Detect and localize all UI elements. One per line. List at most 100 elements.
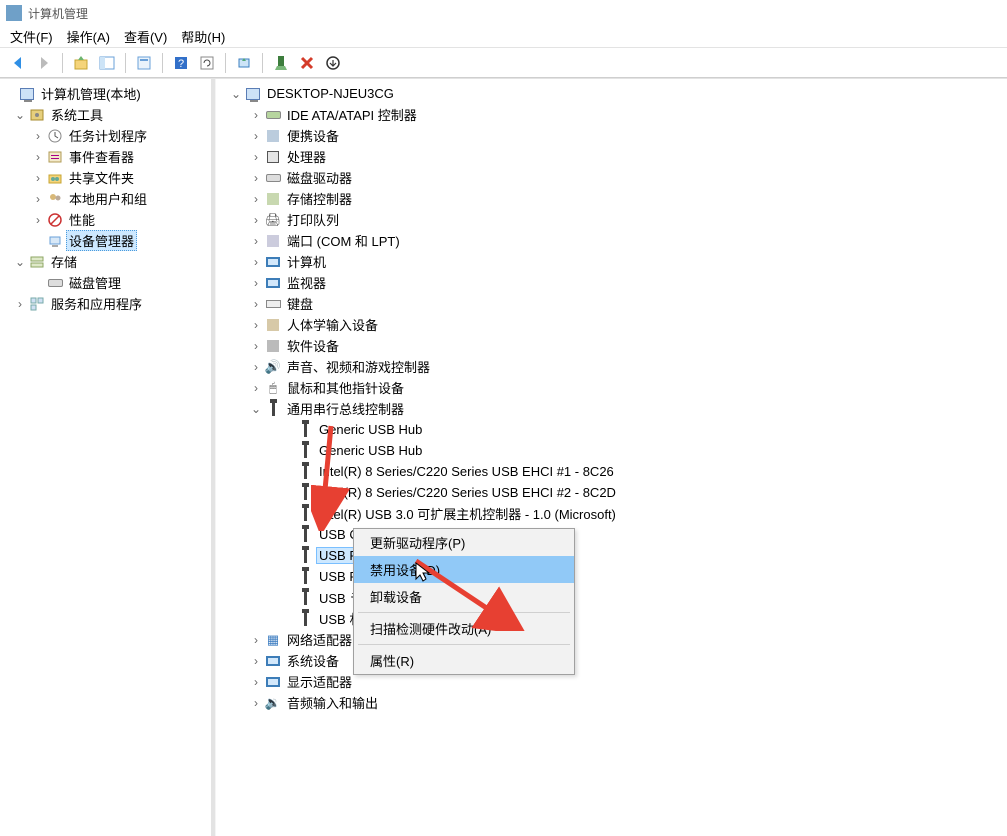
expander-icon[interactable]: › (30, 129, 46, 143)
cat-net[interactable]: ›▦网络适配器 (218, 629, 1005, 650)
expander-icon[interactable]: ⌄ (12, 108, 28, 122)
expander-icon[interactable]: › (248, 318, 264, 332)
expander-icon[interactable]: › (12, 297, 28, 311)
expander-icon[interactable]: › (248, 654, 264, 668)
menu-file[interactable]: 文件(F) (10, 27, 53, 46)
node-root[interactable]: 计算机管理(本地) (2, 83, 209, 104)
expander-icon[interactable]: › (248, 213, 264, 227)
usb-intel3[interactable]: Intel(R) USB 3.0 可扩展主机控制器 - 1.0 (Microso… (218, 503, 1005, 524)
forward-button[interactable] (32, 51, 56, 75)
expander-icon[interactable]: › (248, 381, 264, 395)
speaker-icon: 🔉 (264, 695, 282, 711)
expander-icon[interactable]: › (248, 150, 264, 164)
printer-icon: 🖨 (264, 212, 282, 228)
node-disk-management[interactable]: 磁盘管理 (2, 272, 209, 293)
usb-k[interactable]: USB 朼 (218, 608, 1005, 629)
usb-root-hub[interactable]: USB Root Hub (218, 545, 1005, 566)
expander-icon[interactable]: › (30, 150, 46, 164)
help-button[interactable]: ? (169, 51, 193, 75)
device-root[interactable]: ⌄DESKTOP-NJEU3CG (218, 83, 1005, 104)
cat-hid[interactable]: ›人体学输入设备 (218, 314, 1005, 335)
cat-display[interactable]: ›显示适配器 (218, 671, 1005, 692)
cat-keyboards[interactable]: ›键盘 (218, 293, 1005, 314)
cat-monitors[interactable]: ›监视器 (218, 272, 1005, 293)
expander-icon[interactable]: › (30, 171, 46, 185)
enable-button[interactable] (269, 51, 293, 75)
cat-mouse[interactable]: ›🖱鼠标和其他指针设备 (218, 377, 1005, 398)
properties-button[interactable] (132, 51, 156, 75)
cat-audio-in[interactable]: ›🔉音频输入和输出 (218, 692, 1005, 713)
expander-icon[interactable]: › (248, 696, 264, 710)
refresh-button[interactable] (195, 51, 219, 75)
expander-icon[interactable]: › (30, 213, 46, 227)
menu-help[interactable]: 帮助(H) (181, 27, 225, 46)
node-event-viewer[interactable]: ›事件查看器 (2, 146, 209, 167)
cat-sound[interactable]: ›🔊声音、视频和游戏控制器 (218, 356, 1005, 377)
expander-icon[interactable]: › (248, 192, 264, 206)
back-button[interactable] (6, 51, 30, 75)
usb-composite[interactable]: USB Composite Device (218, 524, 1005, 545)
nav-tree[interactable]: 计算机管理(本地) ⌄系统工具 ›任务计划程序 ›事件查看器 ›共享文件夹 ›本… (0, 79, 215, 836)
cat-software-dev[interactable]: ›软件设备 (218, 335, 1005, 356)
usb-hub2[interactable]: Generic USB Hub (218, 440, 1005, 461)
ctx-scan-hardware[interactable]: 扫描检测硬件改动(A) (354, 615, 574, 642)
cat-sys-dev[interactable]: ›系统设备 (218, 650, 1005, 671)
toolbar-sep (262, 53, 263, 73)
up-button[interactable] (69, 51, 93, 75)
expander-icon[interactable]: › (248, 297, 264, 311)
cat-cpu[interactable]: ›处理器 (218, 146, 1005, 167)
expander-icon[interactable]: › (248, 675, 264, 689)
uninstall-button[interactable] (321, 51, 345, 75)
cat-print-queues[interactable]: ›🖨打印队列 (218, 209, 1005, 230)
expander-icon[interactable]: › (248, 276, 264, 290)
cat-usb-ctrl[interactable]: ⌄通用串行总线控制器 (218, 398, 1005, 419)
expander-icon[interactable]: › (248, 108, 264, 122)
network-icon: ▦ (264, 632, 282, 648)
expander-icon[interactable]: › (248, 633, 264, 647)
menu-action[interactable]: 操作(A) (67, 27, 110, 46)
node-device-manager[interactable]: 设备管理器 (2, 230, 209, 251)
cat-storage-ctrl[interactable]: ›存储控制器 (218, 188, 1005, 209)
expander-icon[interactable]: ⌄ (228, 87, 244, 101)
update-driver-button[interactable] (232, 51, 256, 75)
disable-button[interactable] (295, 51, 319, 75)
svg-text:?: ? (178, 58, 184, 70)
ctx-update-driver[interactable]: 更新驱动程序(P) (354, 529, 574, 556)
node-shared-folders[interactable]: ›共享文件夹 (2, 167, 209, 188)
expander-icon[interactable]: › (248, 360, 264, 374)
expander-icon[interactable]: › (248, 255, 264, 269)
cat-ports[interactable]: ›端口 (COM 和 LPT) (218, 230, 1005, 251)
toolbar-sep (62, 53, 63, 73)
usb-hub1[interactable]: Generic USB Hub (218, 419, 1005, 440)
ctx-disable-device[interactable]: 禁用设备(D) (354, 556, 574, 583)
menu-view[interactable]: 查看(V) (124, 27, 167, 46)
usb-intel2[interactable]: Intel(R) 8 Series/C220 Series USB EHCI #… (218, 482, 1005, 503)
expander-icon[interactable]: › (30, 192, 46, 206)
expander-icon[interactable]: › (248, 171, 264, 185)
expander-icon[interactable]: › (248, 234, 264, 248)
selected-node-label: 设备管理器 (66, 230, 137, 251)
node-performance[interactable]: ›性能 (2, 209, 209, 230)
ctx-properties[interactable]: 属性(R) (354, 647, 574, 674)
cat-portable[interactable]: ›便携设备 (218, 125, 1005, 146)
title-bar: 计算机管理 (0, 0, 1007, 26)
toolbar-sep (225, 53, 226, 73)
expander-icon[interactable]: ⌄ (248, 402, 264, 416)
expander-icon[interactable]: › (248, 129, 264, 143)
node-task-scheduler[interactable]: ›任务计划程序 (2, 125, 209, 146)
expander-icon[interactable]: › (248, 339, 264, 353)
cat-disk-drives[interactable]: ›磁盘驱动器 (218, 167, 1005, 188)
node-storage[interactable]: ⌄存储 (2, 251, 209, 272)
node-system-tools[interactable]: ⌄系统工具 (2, 104, 209, 125)
usb-f[interactable]: USB F (218, 566, 1005, 587)
ctx-uninstall-device[interactable]: 卸载设备 (354, 583, 574, 610)
node-services-apps[interactable]: ›服务和应用程序 (2, 293, 209, 314)
node-local-users[interactable]: ›本地用户和组 (2, 188, 209, 209)
usb-intel1[interactable]: Intel(R) 8 Series/C220 Series USB EHCI #… (218, 461, 1005, 482)
device-tree-pane[interactable]: ⌄DESKTOP-NJEU3CG ›IDE ATA/ATAPI 控制器 ›便携设… (215, 79, 1007, 836)
cat-ide[interactable]: ›IDE ATA/ATAPI 控制器 (218, 104, 1005, 125)
expander-icon[interactable]: ⌄ (12, 255, 28, 269)
show-hide-tree-button[interactable] (95, 51, 119, 75)
usb-j[interactable]: USB ラ (218, 587, 1005, 608)
cat-computers[interactable]: ›计算机 (218, 251, 1005, 272)
